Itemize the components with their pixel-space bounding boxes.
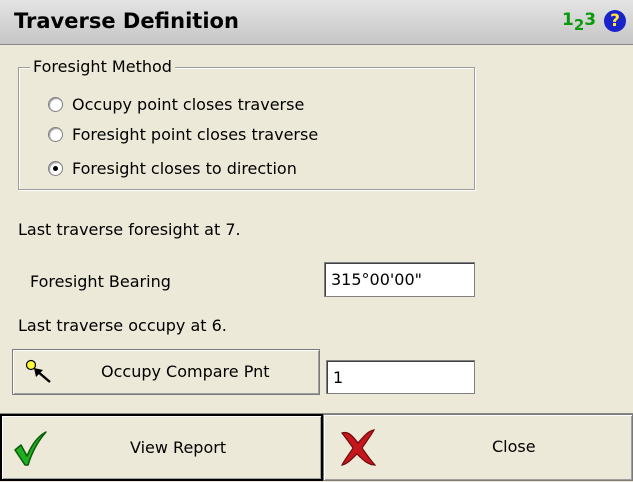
close-label: Close: [492, 437, 536, 456]
radio-occupy-point-closes[interactable]: Occupy point closes traverse: [48, 92, 304, 116]
view-report-label: View Report: [130, 438, 227, 457]
last-occupy-text: Last traverse occupy at 6.: [18, 316, 227, 335]
radio-label[interactable]: Foresight closes to direction: [72, 159, 297, 178]
radio-foresight-point-closes[interactable]: Foresight point closes traverse: [48, 122, 318, 146]
radio-button[interactable]: [48, 96, 63, 112]
occupy-compare-button[interactable]: Occupy Compare Pnt: [12, 349, 320, 395]
occupy-compare-input[interactable]: [326, 360, 475, 394]
close-x-icon: [340, 429, 376, 466]
foresight-method-legend: Foresight Method: [30, 56, 175, 78]
radio-button-selected[interactable]: [48, 160, 63, 176]
foresight-bearing-label: Foresight Bearing: [30, 272, 171, 291]
last-foresight-text: Last traverse foresight at 7.: [18, 220, 241, 239]
radio-label[interactable]: Occupy point closes traverse: [72, 95, 304, 114]
close-button[interactable]: Close: [323, 414, 633, 481]
occupy-compare-label: Occupy Compare Pnt: [101, 362, 270, 381]
keypad-icon[interactable]: 123: [562, 10, 596, 35]
radio-button[interactable]: [48, 126, 63, 142]
pick-point-icon: [25, 359, 51, 383]
radio-label[interactable]: Foresight point closes traverse: [72, 125, 318, 144]
foresight-bearing-input[interactable]: [324, 262, 475, 297]
title-bar: Traverse Definition 123 ?: [0, 0, 633, 45]
help-icon[interactable]: ?: [604, 10, 626, 32]
view-report-button[interactable]: View Report: [0, 414, 323, 481]
checkmark-icon: [14, 431, 47, 466]
radio-foresight-closes-direction[interactable]: Foresight closes to direction: [48, 156, 297, 180]
window-title: Traverse Definition: [14, 9, 239, 33]
